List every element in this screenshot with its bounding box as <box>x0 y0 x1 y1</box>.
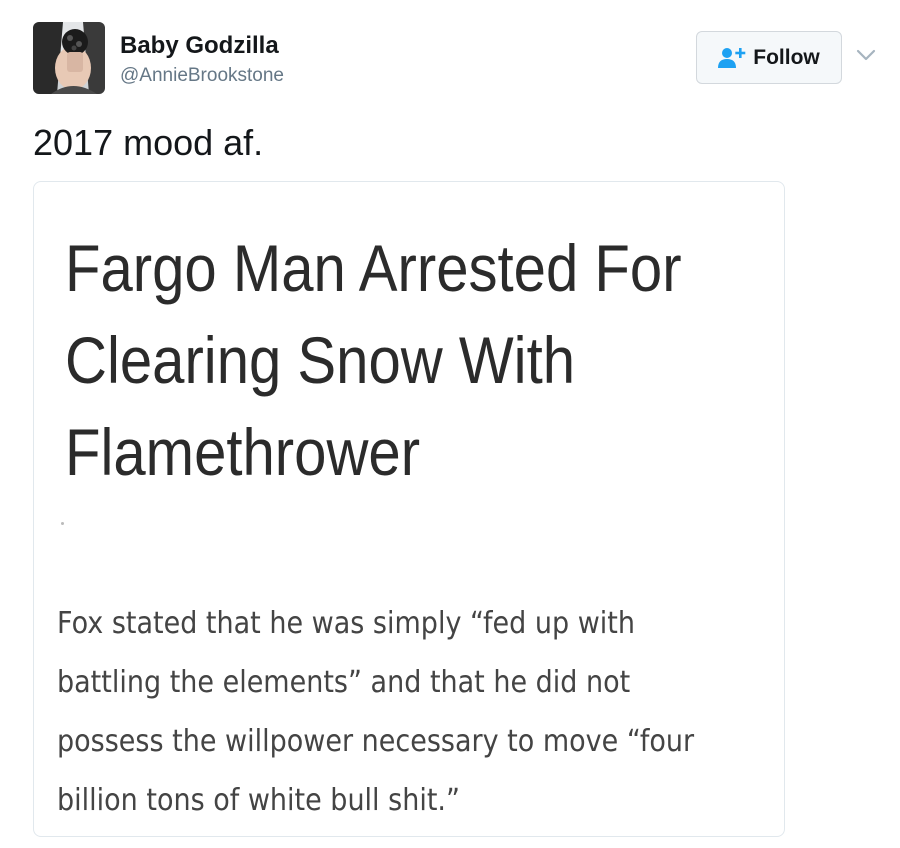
headline-line: Clearing Snow With <box>65 323 576 397</box>
body-line: possess the willpower necessary to move … <box>57 724 695 759</box>
tweet-text: 2017 mood af. <box>33 122 264 163</box>
avatar[interactable] <box>33 22 105 94</box>
separator-dot <box>61 522 64 525</box>
body-line: Fox stated that he was simply “fed up wi… <box>57 606 635 641</box>
media-headline: Fargo Man Arrested For Clearing Snow Wit… <box>65 222 690 498</box>
avatar-photo <box>33 22 105 94</box>
follow-button[interactable]: Follow <box>696 31 842 84</box>
add-user-icon <box>718 47 746 69</box>
media-body: Fox stated that he was simply “fed up wi… <box>57 594 705 830</box>
follow-label: Follow <box>753 45 820 69</box>
chevron-down-icon[interactable] <box>855 47 877 63</box>
body-line: battling the elements” and that he did n… <box>57 665 631 700</box>
display-name[interactable]: Baby Godzilla <box>120 32 279 60</box>
body-line: billion tons of white bull shit.” <box>57 783 460 818</box>
media-card[interactable]: Fargo Man Arrested For Clearing Snow Wit… <box>33 181 785 837</box>
headline-line: Fargo Man Arrested For <box>65 231 682 305</box>
headline-line: Flamethrower <box>65 415 421 489</box>
screen-name[interactable]: @AnnieBrookstone <box>120 65 284 87</box>
